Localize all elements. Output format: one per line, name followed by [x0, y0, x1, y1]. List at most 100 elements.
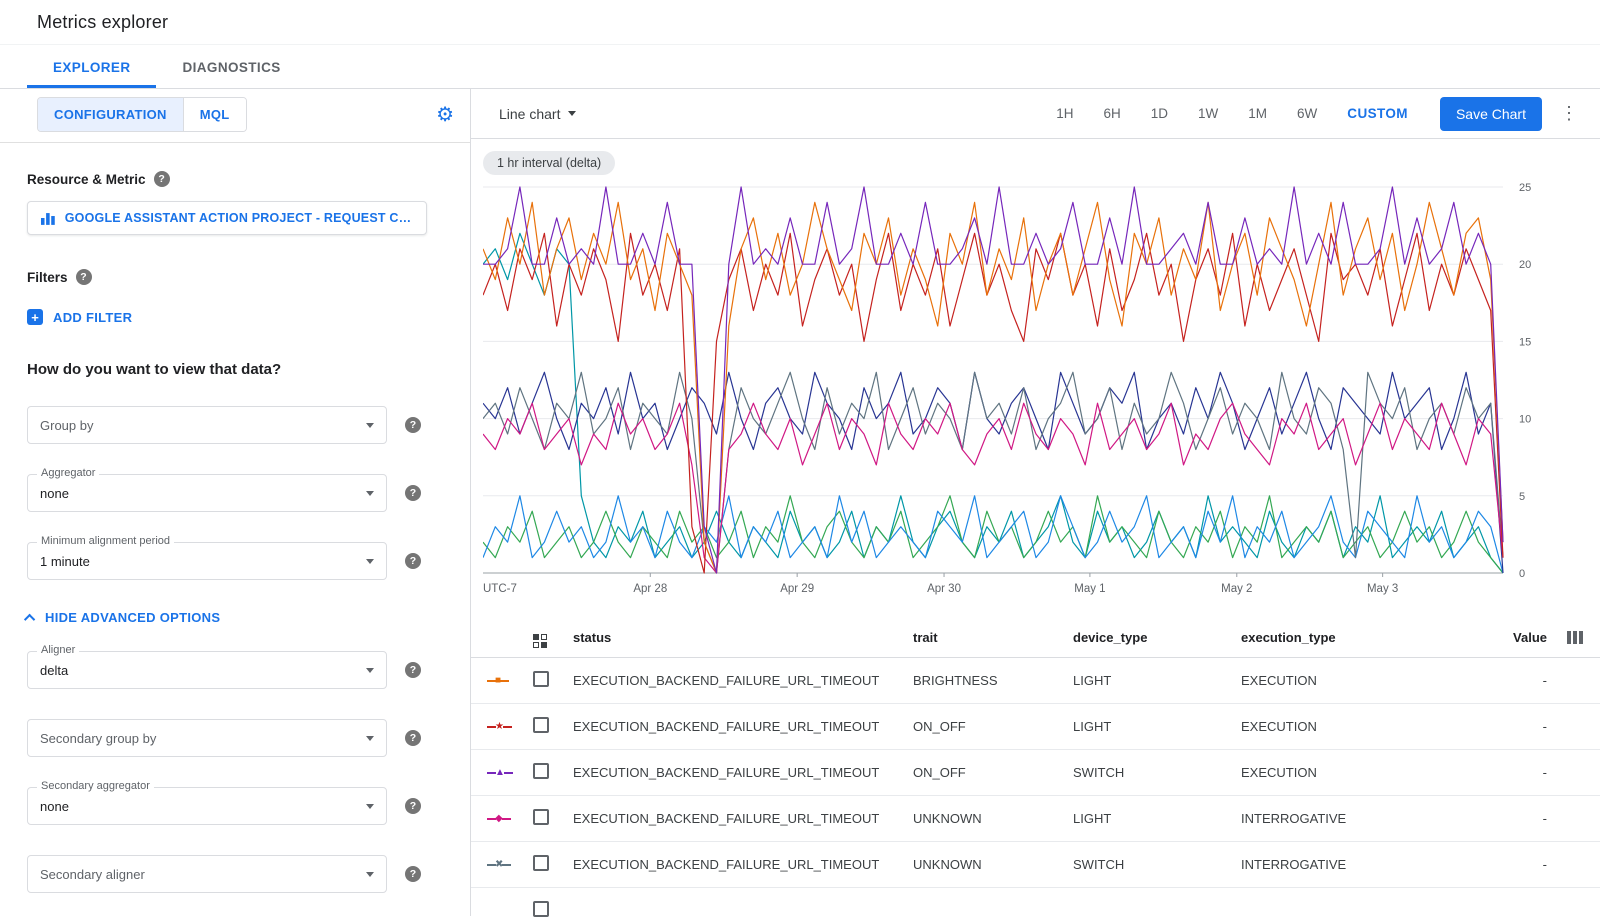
hide-advanced-options-toggle[interactable]: HIDE ADVANCED OPTIONS [27, 610, 454, 625]
svg-text:0: 0 [1519, 568, 1525, 580]
row-checkbox[interactable] [533, 717, 549, 733]
resource-metric-chip-label: GOOGLE ASSISTANT ACTION PROJECT - REQUES… [65, 211, 414, 225]
chart-type-select[interactable]: Line chart [499, 106, 576, 122]
help-icon[interactable]: ? [405, 730, 421, 746]
tab-diagnostics[interactable]: DIAGNOSTICS [156, 48, 306, 88]
resource-metric-chip[interactable]: GOOGLE ASSISTANT ACTION PROJECT - REQUES… [27, 201, 427, 235]
cell-device_type: SWITCH [1073, 765, 1241, 780]
row-checkbox[interactable] [533, 763, 549, 779]
table-row[interactable] [471, 888, 1600, 917]
help-icon[interactable]: ? [154, 171, 170, 187]
range-button-1m[interactable]: 1M [1248, 106, 1267, 121]
range-button-6h[interactable]: 6H [1104, 106, 1121, 121]
hide-advanced-options-label: HIDE ADVANCED OPTIONS [45, 610, 220, 625]
help-icon[interactable]: ? [405, 662, 421, 678]
row-checkbox[interactable] [533, 901, 549, 917]
table-header-row: status trait device_type execution_type … [471, 618, 1600, 658]
row-checkbox[interactable] [533, 809, 549, 825]
chevron-down-icon [366, 668, 374, 673]
table-row[interactable]: ★EXECUTION_BACKEND_FAILURE_URL_TIMEOUTON… [471, 704, 1600, 750]
col-header-device-type: device_type [1073, 630, 1241, 645]
save-chart-button[interactable]: Save Chart [1440, 97, 1542, 131]
chevron-down-icon [366, 736, 374, 741]
chart-type-label: Line chart [499, 106, 560, 122]
col-header-execution-type: execution_type [1241, 630, 1491, 645]
chevron-down-icon [366, 872, 374, 877]
help-icon[interactable]: ? [405, 553, 421, 569]
cell-status: EXECUTION_BACKEND_FAILURE_URL_TIMEOUT [573, 765, 913, 780]
secondary-aligner-placeholder: Secondary aligner [40, 867, 145, 882]
aggregator-value: none [40, 486, 69, 501]
view-data-question: How do you want to view that data? [27, 361, 454, 378]
help-icon[interactable]: ? [405, 866, 421, 882]
cell-device_type: LIGHT [1073, 811, 1241, 826]
chart-toolbar: Line chart 1H 6H 1D 1W 1M 6W CUSTOM Save Char… [471, 89, 1600, 139]
chevron-down-icon [366, 491, 374, 496]
secondary-group-by-select[interactable]: Secondary group by [27, 719, 387, 757]
column-settings-icon[interactable] [1551, 631, 1599, 644]
cell-value: - [1491, 719, 1551, 734]
row-checkbox[interactable] [533, 855, 549, 871]
series-legend-icon: ✖ [487, 860, 519, 870]
chevron-down-icon [568, 111, 576, 116]
secondary-aligner-select[interactable]: Secondary aligner [27, 855, 387, 893]
aggregator-select[interactable]: Aggregator none [27, 474, 387, 512]
table-row[interactable]: ◆EXECUTION_BACKEND_FAILURE_URL_TIMEOUTUN… [471, 796, 1600, 842]
svg-text:UTC-7: UTC-7 [483, 583, 517, 595]
cell-trait: BRIGHTNESS [913, 673, 1073, 688]
filters-label: Filters [27, 270, 68, 285]
svg-text:Apr 30: Apr 30 [927, 583, 961, 595]
series-legend-icon: ★ [487, 722, 519, 732]
more-options-icon[interactable]: ⋮ [1560, 103, 1578, 124]
range-button-1w[interactable]: 1W [1198, 106, 1218, 121]
row-checkbox[interactable] [533, 671, 549, 687]
help-icon[interactable]: ? [405, 417, 421, 433]
chevron-down-icon [366, 559, 374, 564]
series-table: status trait device_type execution_type … [471, 618, 1600, 917]
table-row[interactable]: ✖EXECUTION_BACKEND_FAILURE_URL_TIMEOUTUN… [471, 842, 1600, 888]
group-by-select[interactable]: Group by [27, 406, 387, 444]
chart-panel: Line chart 1H 6H 1D 1W 1M 6W CUSTOM Save Char… [471, 89, 1600, 916]
settings-gear-icon[interactable]: ⚙ [436, 105, 454, 125]
svg-text:10: 10 [1519, 414, 1531, 426]
svg-text:Apr 29: Apr 29 [780, 583, 814, 595]
aligner-select[interactable]: Aligner delta [27, 651, 387, 689]
aligner-value: delta [40, 663, 68, 678]
range-button-1h[interactable]: 1H [1056, 106, 1073, 121]
bar-chart-icon [40, 210, 56, 226]
help-icon[interactable]: ? [76, 269, 92, 285]
mql-mode-button[interactable]: MQL [183, 98, 246, 131]
main-tabbar: EXPLORER DIAGNOSTICS [0, 45, 1600, 89]
cell-value: - [1491, 673, 1551, 688]
help-icon[interactable]: ? [405, 485, 421, 501]
col-header-value: Value [1491, 630, 1551, 645]
interval-chip: 1 hr interval (delta) [483, 151, 615, 175]
chevron-up-icon [24, 613, 35, 624]
custom-range-button[interactable]: CUSTOM [1347, 106, 1408, 121]
tab-explorer[interactable]: EXPLORER [27, 48, 156, 88]
metrics-line-chart: 0510152025UTC-7Apr 28Apr 29Apr 30May 1Ma… [483, 183, 1593, 605]
configuration-panel: CONFIGURATION MQL ⚙ Resource & Metric ? … [0, 89, 471, 916]
col-header-status: status [573, 630, 913, 645]
chevron-down-icon [366, 423, 374, 428]
aggregator-label: Aggregator [37, 467, 99, 479]
cell-execution_type: INTERROGATIVE [1241, 857, 1491, 872]
cell-device_type: LIGHT [1073, 673, 1241, 688]
range-button-1d[interactable]: 1D [1151, 106, 1168, 121]
cell-trait: ON_OFF [913, 719, 1073, 734]
table-body: ■EXECUTION_BACKEND_FAILURE_URL_TIMEOUTBR… [471, 658, 1600, 917]
configuration-mode-button[interactable]: CONFIGURATION [38, 98, 183, 131]
cell-execution_type: EXECUTION [1241, 765, 1491, 780]
range-button-6w[interactable]: 6W [1297, 106, 1317, 121]
page-header: Metrics explorer [0, 0, 1600, 45]
secondary-group-by-placeholder: Secondary group by [40, 731, 156, 746]
page-title: Metrics explorer [37, 12, 168, 33]
table-row[interactable]: ■EXECUTION_BACKEND_FAILURE_URL_TIMEOUTBR… [471, 658, 1600, 704]
table-row[interactable]: ▲EXECUTION_BACKEND_FAILURE_URL_TIMEOUTON… [471, 750, 1600, 796]
series-toggle-icon[interactable] [533, 634, 547, 648]
secondary-aggregator-select[interactable]: Secondary aggregator none [27, 787, 387, 825]
min-alignment-select[interactable]: Minimum alignment period 1 minute [27, 542, 387, 580]
help-icon[interactable]: ? [405, 798, 421, 814]
add-filter-button[interactable]: + ADD FILTER [27, 309, 454, 325]
config-mode-toggle: CONFIGURATION MQL [37, 97, 247, 132]
